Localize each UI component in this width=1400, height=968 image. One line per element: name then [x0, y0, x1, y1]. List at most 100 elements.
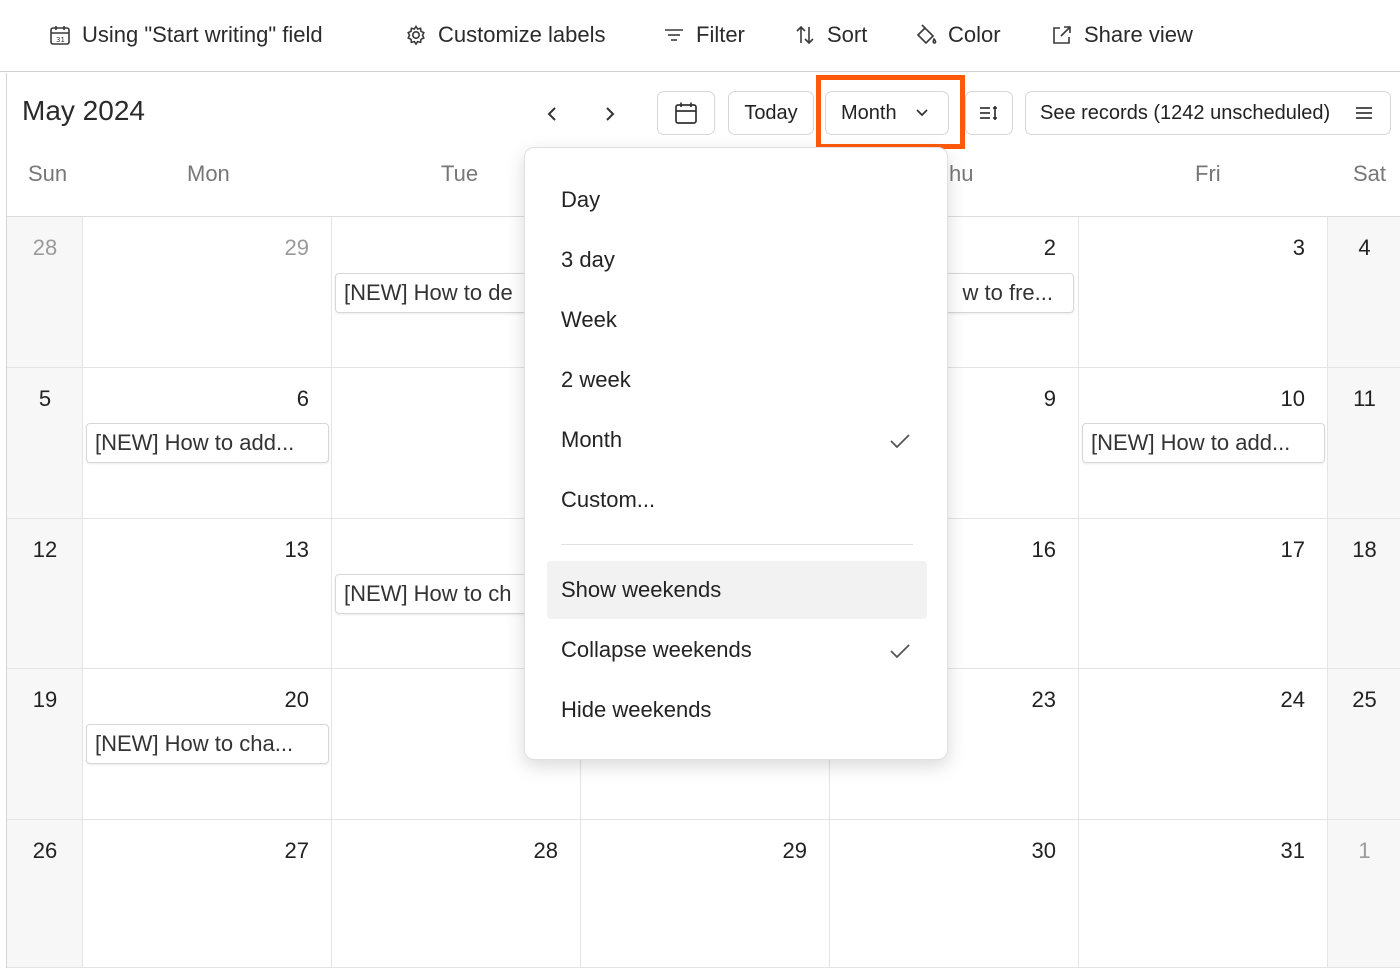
- date-picker-button[interactable]: [657, 91, 715, 135]
- date-field-button[interactable]: 31 Using "Start writing" field: [48, 18, 323, 52]
- day-number: 17: [1280, 537, 1305, 562]
- menu-item-custom[interactable]: Custom...: [547, 471, 927, 529]
- day-cell[interactable]: 18: [1328, 519, 1400, 669]
- day-cell[interactable]: 28: [332, 820, 581, 968]
- day-cell[interactable]: 27: [83, 820, 332, 968]
- filter-icon: [662, 23, 686, 47]
- day-cell[interactable]: 1: [1328, 820, 1400, 968]
- day-number: 11: [1353, 386, 1376, 411]
- customize-labels-button[interactable]: Customize labels: [404, 18, 606, 52]
- day-cell[interactable]: 20 [NEW] How to cha...: [83, 669, 332, 820]
- today-button[interactable]: Today: [728, 91, 814, 135]
- weekday-sat: Sat: [1353, 161, 1387, 186]
- today-label: Today: [744, 101, 798, 124]
- menu-item-2-week[interactable]: 2 week: [547, 351, 927, 409]
- previous-month-button[interactable]: [539, 100, 567, 128]
- day-cell[interactable]: 10 [NEW] How to add...: [1079, 368, 1328, 519]
- event-card[interactable]: [NEW] How to cha...: [86, 724, 329, 764]
- share-view-button[interactable]: Share view: [1050, 18, 1193, 52]
- day-cell[interactable]: 29: [581, 820, 830, 968]
- event-card[interactable]: [NEW] How to add...: [1082, 423, 1325, 463]
- menu-item-label: Hide weekends: [561, 697, 712, 722]
- day-number: 1: [1358, 838, 1371, 863]
- day-cell[interactable]: 26: [7, 820, 83, 968]
- sort-button[interactable]: Sort: [793, 18, 867, 52]
- filter-label: Filter: [696, 22, 745, 47]
- menu-item-label: 3 day: [561, 247, 615, 272]
- day-cell[interactable]: 6 [NEW] How to add...: [83, 368, 332, 519]
- day-cell[interactable]: 17: [1079, 519, 1328, 669]
- color-label: Color: [948, 22, 1001, 47]
- share-view-label: Share view: [1084, 22, 1193, 47]
- day-number: 13: [284, 537, 309, 562]
- day-cell[interactable]: 13: [83, 519, 332, 669]
- day-number: 26: [32, 838, 58, 863]
- day-cell[interactable]: 28: [7, 217, 83, 368]
- menu-item-label: 2 week: [561, 367, 631, 392]
- day-cell[interactable]: 3: [1079, 217, 1328, 368]
- weekday-thu: hu: [949, 161, 974, 186]
- day-number: 16: [1031, 537, 1056, 562]
- chevron-right-icon: [606, 107, 615, 121]
- menu-item-3-day[interactable]: 3 day: [547, 231, 927, 289]
- day-number: 29: [782, 838, 807, 863]
- menu-item-label: Month: [561, 427, 623, 452]
- day-number: 29: [284, 235, 309, 260]
- menu-item-label: Collapse weekends: [561, 637, 752, 662]
- calendar-icon: 31: [48, 23, 72, 47]
- menu-item-collapse-weekends[interactable]: Collapse weekends: [547, 621, 927, 679]
- day-number: 10: [1280, 386, 1305, 411]
- day-number: 4: [1358, 235, 1371, 260]
- day-number: 28: [32, 235, 58, 260]
- layout-options-button[interactable]: [965, 91, 1013, 135]
- day-cell[interactable]: 30: [830, 820, 1079, 968]
- see-records-button[interactable]: See records (1242 unscheduled): [1025, 91, 1391, 135]
- menu-item-month[interactable]: Month: [547, 411, 927, 469]
- hamburger-icon: [1356, 107, 1372, 119]
- paint-bucket-icon: [914, 23, 938, 47]
- day-cell[interactable]: 5: [7, 368, 83, 519]
- gear-icon: [404, 23, 428, 47]
- view-toolbar: 31 Using "Start writing" field Customize…: [0, 0, 1400, 72]
- menu-item-week[interactable]: Week: [547, 291, 927, 349]
- next-month-button[interactable]: [595, 100, 623, 128]
- day-number: 6: [296, 386, 309, 411]
- filter-button[interactable]: Filter: [662, 18, 745, 52]
- see-records-label: See records (1242 unscheduled): [1040, 101, 1331, 124]
- day-number: 12: [32, 537, 58, 562]
- event-card[interactable]: [NEW] How to add...: [86, 423, 329, 463]
- view-mode-highlight: [816, 75, 965, 149]
- svg-text:31: 31: [56, 36, 65, 44]
- day-cell[interactable]: 4: [1328, 217, 1400, 368]
- menu-item-show-weekends[interactable]: Show weekends: [547, 561, 927, 619]
- day-cell[interactable]: 12: [7, 519, 83, 669]
- month-title: May 2024: [22, 95, 145, 126]
- external-link-icon: [1050, 23, 1074, 47]
- day-cell[interactable]: 19: [7, 669, 83, 820]
- day-number: 3: [1292, 235, 1305, 260]
- day-cell[interactable]: 29: [83, 217, 332, 368]
- day-cell[interactable]: 11: [1328, 368, 1400, 519]
- day-number: 31: [1280, 838, 1305, 863]
- menu-item-hide-weekends[interactable]: Hide weekends: [547, 681, 927, 739]
- calendar-icon: [675, 102, 697, 124]
- day-cell[interactable]: 25: [1328, 669, 1400, 820]
- day-cell[interactable]: 24: [1079, 669, 1328, 820]
- color-button[interactable]: Color: [914, 18, 1001, 52]
- chevron-left-icon: [547, 107, 556, 121]
- menu-item-label: Custom...: [561, 487, 656, 512]
- day-cell[interactable]: 31: [1079, 820, 1328, 968]
- day-number: 20: [284, 687, 309, 712]
- menu-divider: [561, 544, 913, 545]
- weekday-tue: Tue: [441, 161, 479, 186]
- weekday-fri: Fri: [1195, 161, 1221, 186]
- day-number: 28: [533, 838, 558, 863]
- menu-item-label: Week: [561, 307, 617, 332]
- day-number: 27: [284, 838, 309, 863]
- weekday-mon: Mon: [187, 161, 230, 186]
- menu-item-day[interactable]: Day: [547, 171, 927, 229]
- menu-item-label: Day: [561, 187, 601, 212]
- day-number: 19: [32, 687, 58, 712]
- day-number: 25: [1352, 687, 1377, 712]
- day-number: 30: [1031, 838, 1056, 863]
